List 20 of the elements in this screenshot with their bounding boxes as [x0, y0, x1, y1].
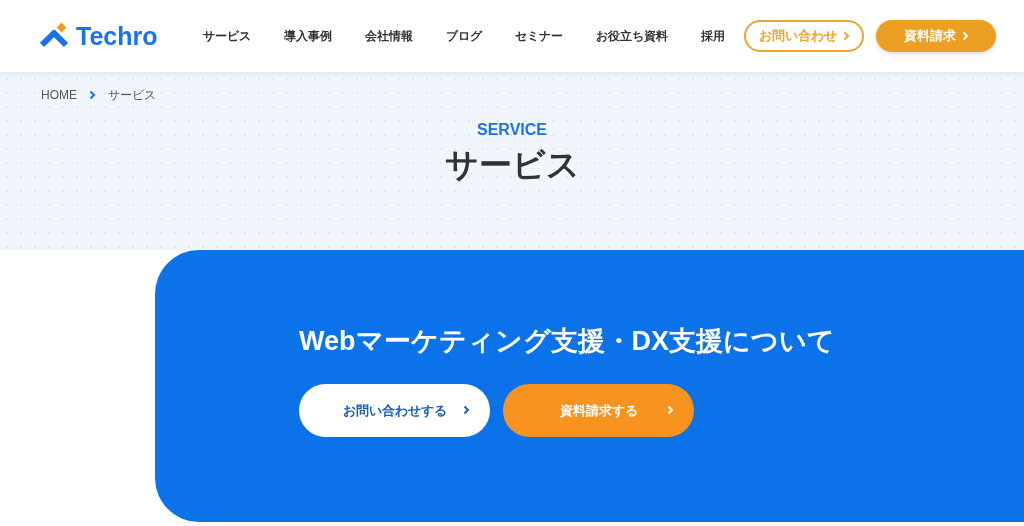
nav-link[interactable]: ブログ	[446, 27, 482, 45]
nav-link[interactable]: セミナー	[515, 27, 563, 45]
contact-button[interactable]: お問い合わせする	[299, 384, 490, 437]
chevron-icon	[463, 405, 470, 415]
nav-link[interactable]: お役立ち資料	[596, 27, 668, 45]
nav-link[interactable]: 導入事例	[284, 27, 332, 45]
chevron-icon	[842, 31, 850, 41]
breadcrumb-separator-icon	[89, 90, 96, 100]
breadcrumb-link[interactable]: サービス	[108, 86, 156, 104]
breadcrumb-link[interactable]: HOME	[41, 86, 77, 104]
page-title: サービス	[444, 148, 580, 181]
logo-icon	[40, 23, 70, 49]
section-eyebrow: SERVICE	[477, 122, 547, 138]
nav-link[interactable]: サービス	[203, 27, 251, 45]
chevron-icon	[961, 31, 969, 41]
nav-link[interactable]: 会社情報	[365, 27, 413, 45]
logo-text[interactable]: Techro	[76, 23, 158, 49]
chevron-icon	[667, 405, 674, 415]
panel-heading: Webマーケティング支援・DX支援について	[299, 328, 836, 355]
nav-link[interactable]: 採用	[701, 27, 725, 45]
